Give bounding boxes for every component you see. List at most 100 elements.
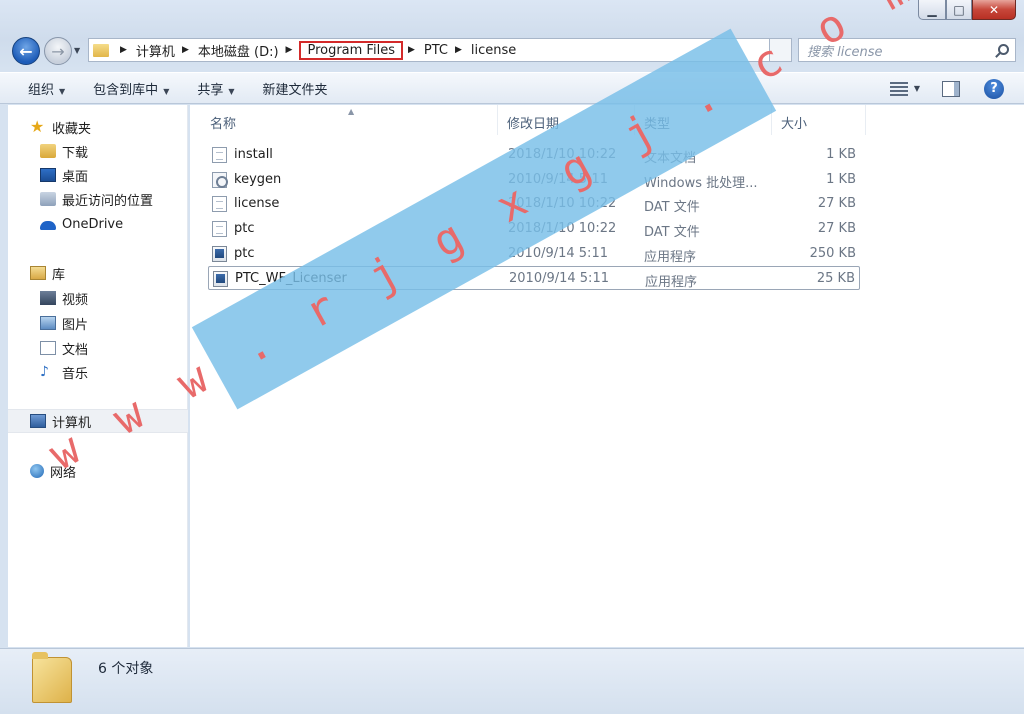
view-dropdown-icon[interactable]: ▼: [914, 84, 920, 93]
file-row-ptc-exe[interactable]: ptc 2010/9/14 5:11 应用程序 250 KB: [208, 242, 860, 266]
back-arrow-icon: ←: [19, 41, 33, 61]
nav-label: 文档: [62, 342, 89, 358]
dropdown-arrow-icon: ▼: [228, 86, 235, 96]
file-type: 应用程序: [645, 275, 698, 290]
nav-recent-places[interactable]: 最近访问的位置: [8, 187, 188, 211]
file-row-ptc-wf-licenser[interactable]: PTC_WF_Licenser 2010/9/14 5:11 应用程序 25 K…: [208, 266, 860, 290]
close-button[interactable]: ✕: [972, 0, 1016, 20]
music-note-icon: ♪: [40, 364, 49, 380]
recent-pages-dropdown[interactable]: ▼: [74, 46, 80, 55]
file-type: DAT 文件: [644, 200, 700, 215]
dat-file-icon: [212, 221, 227, 237]
file-name: PTC_WF_Licenser: [235, 271, 347, 286]
toolbar-right: ▼ ?: [889, 73, 1024, 104]
folder-icon: [32, 652, 72, 703]
nav-label: 音乐: [62, 366, 89, 382]
column-header-name[interactable]: 名称: [210, 113, 236, 132]
cloud-icon: [40, 221, 56, 230]
preview-pane-icon[interactable]: [942, 80, 960, 97]
search-icon[interactable]: [998, 44, 1009, 55]
view-options-icon[interactable]: [889, 81, 908, 96]
file-name: license: [234, 196, 280, 211]
file-row-ptc-dat[interactable]: ptc 2018/1/10 10:22 DAT 文件 27 KB: [208, 217, 860, 241]
nav-label: 视频: [62, 292, 89, 308]
nav-label: 库: [52, 267, 66, 283]
nav-documents[interactable]: 文档: [8, 336, 188, 360]
address-bar[interactable]: ▶ 计算机 ▶ 本地磁盘 (D:) ▶ Program Files ▶ PTC …: [88, 38, 770, 62]
item-count: 6 个对象: [98, 661, 154, 677]
file-row-license[interactable]: license 2018/1/10 10:22 DAT 文件 27 KB: [208, 192, 860, 216]
column-header-row: 名称 ▲ 修改日期 类型 大小: [190, 105, 1024, 135]
new-folder-button[interactable]: 新建文件夹: [249, 79, 342, 98]
document-icon: [40, 341, 56, 355]
file-size: 27 KB: [817, 221, 856, 236]
star-icon: ★: [30, 117, 45, 136]
dat-file-icon: [212, 196, 227, 212]
nav-label: 桌面: [62, 169, 89, 185]
nav-onedrive[interactable]: OneDrive: [8, 212, 188, 236]
nav-desktop[interactable]: 桌面: [8, 163, 188, 187]
nav-music[interactable]: ♪ 音乐: [8, 360, 188, 384]
share-button[interactable]: 共享 ▼: [183, 79, 248, 98]
file-row-keygen[interactable]: keygen 2010/9/14 5:11 Windows 批处理... 1 K…: [208, 168, 860, 192]
file-size: 250 KB: [809, 246, 856, 261]
minimize-button[interactable]: ▁: [918, 0, 946, 20]
column-divider[interactable]: [497, 105, 498, 135]
nav-libraries[interactable]: 库: [8, 261, 188, 285]
file-type: DAT 文件: [644, 225, 700, 240]
file-date: 2010/9/14 5:11: [508, 246, 608, 261]
file-name: install: [234, 147, 273, 162]
forward-button[interactable]: →: [44, 37, 72, 65]
file-size: 1 KB: [826, 172, 856, 187]
network-globe-icon: [30, 464, 44, 478]
nav-network[interactable]: 网络: [8, 459, 188, 483]
file-date: 2018/1/10 10:22: [508, 147, 617, 162]
column-divider[interactable]: [771, 105, 772, 135]
back-button[interactable]: ←: [12, 37, 40, 65]
file-type: 应用程序: [644, 250, 697, 265]
explorer-window: ▁ □ ✕ ← → ▼ ▶ 计算机 ▶ 本地磁盘 (D:) ▶ Program …: [0, 0, 1024, 714]
column-header-date[interactable]: 修改日期: [507, 113, 559, 132]
breadcrumb-program-files[interactable]: Program Files: [299, 40, 403, 60]
dropdown-arrow-icon: ▼: [163, 86, 170, 96]
breadcrumb-ptc[interactable]: PTC: [422, 42, 450, 59]
maximize-button[interactable]: □: [946, 0, 972, 20]
column-header-type[interactable]: 类型: [644, 113, 670, 132]
breadcrumb-computer[interactable]: 计算机: [134, 40, 177, 61]
file-list-pane: 名称 ▲ 修改日期 类型 大小 install 2018/1/10 10:22 …: [190, 105, 1024, 647]
nav-label: 收藏夹: [52, 121, 92, 137]
nav-downloads[interactable]: 下载: [8, 139, 188, 163]
chevron-right-icon[interactable]: ▶: [408, 45, 415, 55]
text-file-icon: [212, 147, 227, 163]
nav-label: 网络: [50, 465, 77, 481]
column-divider[interactable]: [634, 105, 635, 135]
nav-pictures[interactable]: 图片: [8, 311, 188, 335]
help-icon[interactable]: ?: [984, 78, 1004, 99]
computer-icon: [30, 414, 46, 428]
organize-button[interactable]: 组织 ▼: [14, 79, 79, 98]
library-icon: [30, 266, 46, 280]
file-date: 2010/9/14 5:11: [508, 172, 608, 187]
breadcrumb-local-disk-d[interactable]: 本地磁盘 (D:): [196, 40, 281, 61]
picture-icon: [40, 316, 56, 330]
include-in-library-button[interactable]: 包含到库中 ▼: [79, 79, 183, 98]
column-divider[interactable]: [865, 105, 866, 135]
search-placeholder: 搜索 license: [807, 44, 883, 60]
chevron-right-icon[interactable]: ▶: [286, 45, 293, 55]
chevron-right-icon[interactable]: ▶: [455, 45, 462, 55]
file-name: keygen: [234, 172, 282, 187]
nav-label: 图片: [62, 317, 89, 333]
refresh-button[interactable]: [770, 38, 792, 62]
nav-label: OneDrive: [62, 216, 124, 232]
search-input[interactable]: 搜索 license: [798, 38, 1016, 62]
file-size: 25 KB: [816, 271, 855, 286]
exe-file-icon: [212, 246, 227, 262]
file-row-install[interactable]: install 2018/1/10 10:22 文本文档 1 KB: [208, 143, 860, 167]
nav-computer[interactable]: 计算机: [8, 409, 188, 433]
chevron-right-icon[interactable]: ▶: [120, 45, 127, 55]
chevron-right-icon[interactable]: ▶: [182, 45, 189, 55]
nav-videos[interactable]: 视频: [8, 286, 188, 310]
breadcrumb-license[interactable]: license: [469, 42, 518, 59]
column-header-size[interactable]: 大小: [781, 113, 807, 132]
nav-favorites[interactable]: ★ 收藏夹: [8, 115, 188, 139]
